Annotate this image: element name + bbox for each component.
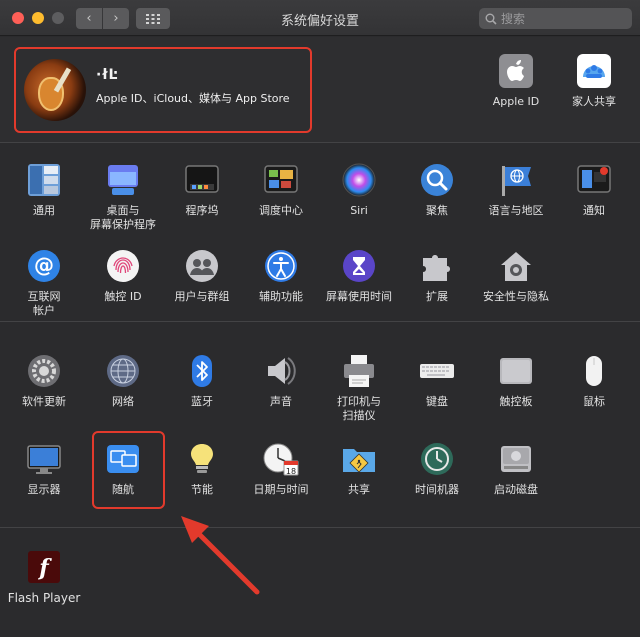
annotation-arrow-icon — [181, 516, 260, 595]
